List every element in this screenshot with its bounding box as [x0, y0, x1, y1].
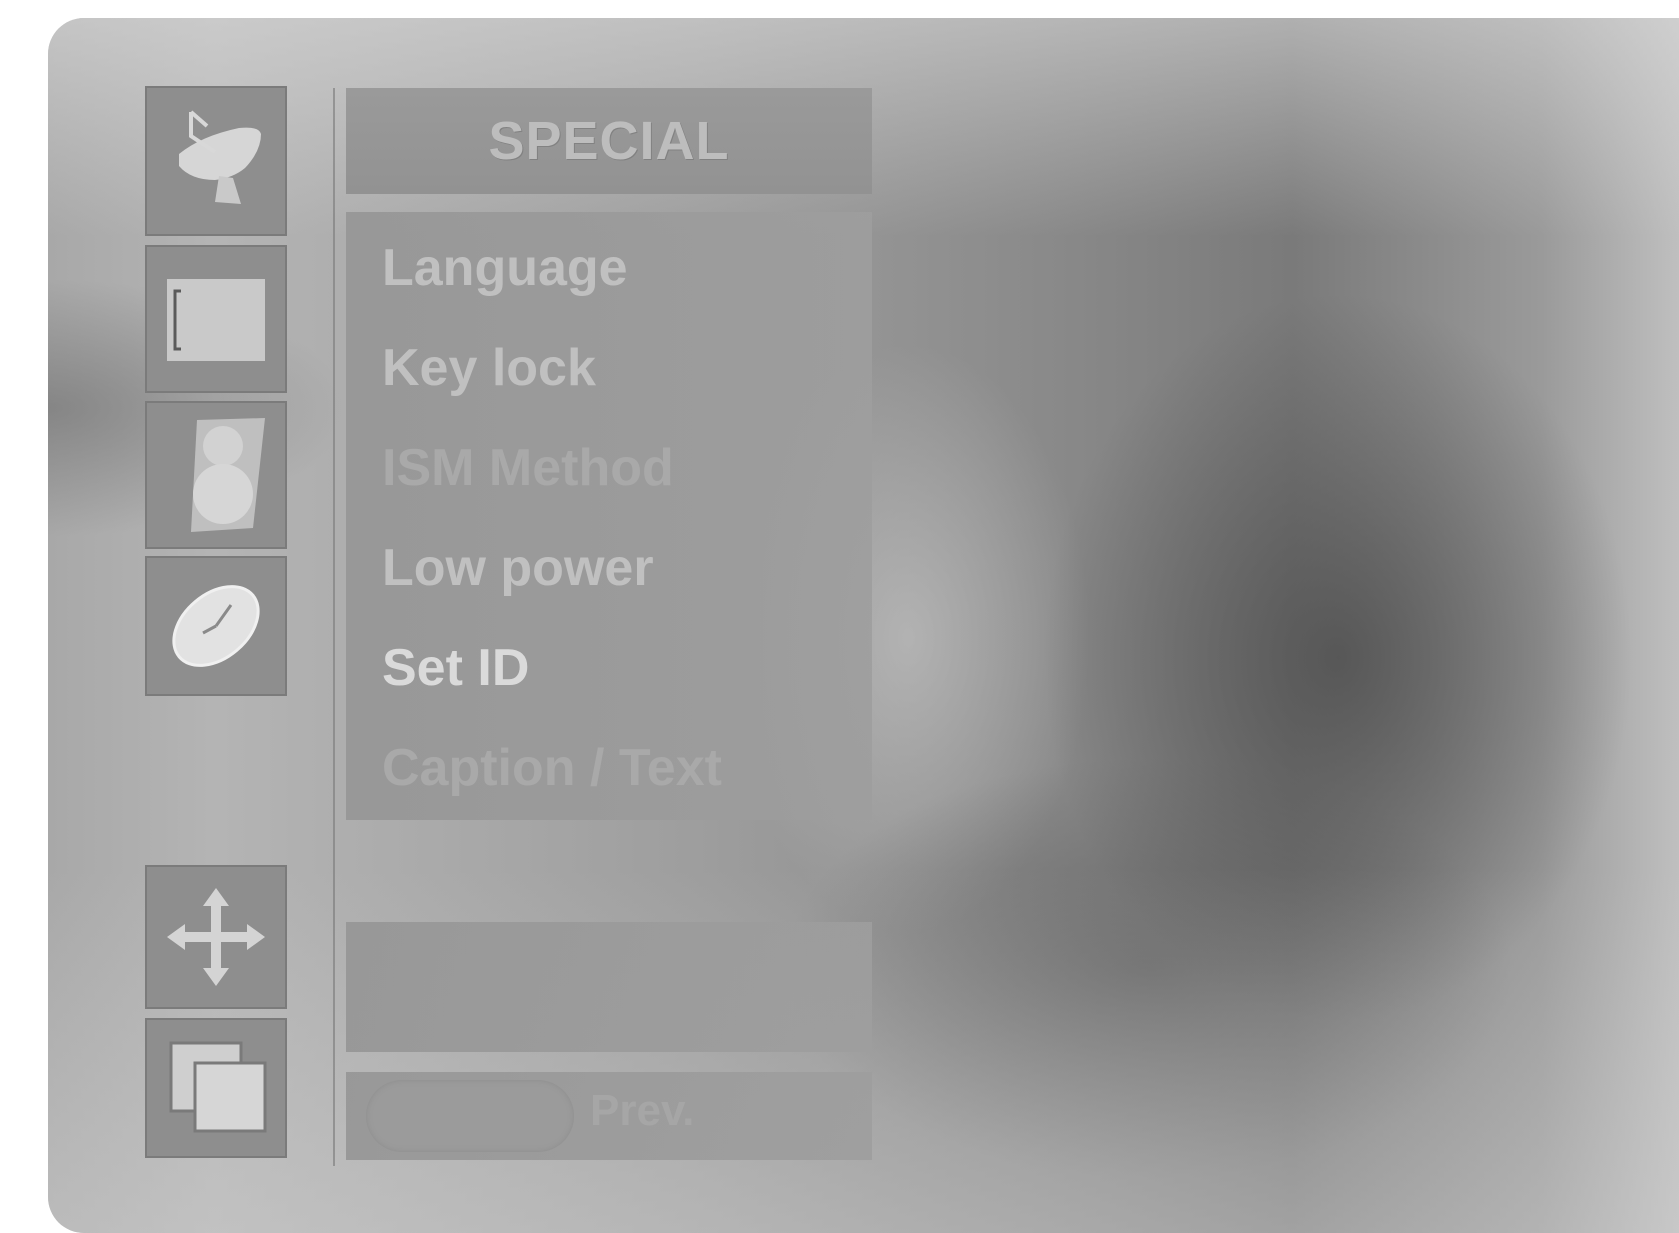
satellite-dish-icon [179, 110, 261, 204]
clock-icon [172, 585, 260, 667]
prev-button-pill[interactable] [366, 1080, 574, 1152]
menu-item-key-lock[interactable]: Key lock [382, 338, 596, 398]
menu-item-list: Language Key lock ISM Method Low power S… [346, 212, 872, 820]
menu-item-set-id[interactable]: Set ID [382, 638, 529, 698]
prev-label: Prev. [590, 1086, 695, 1135]
speaker-icon [191, 418, 265, 532]
menu-item-caption-text[interactable]: Caption / Text [382, 738, 722, 798]
menu-item-ism-method[interactable]: ISM Method [382, 438, 674, 498]
picture-menu-tab[interactable] [145, 245, 287, 393]
move-menu-tab[interactable] [145, 865, 287, 1009]
menu-item-low-power[interactable]: Low power [382, 538, 654, 598]
nav-bar: Prev. [346, 1072, 872, 1160]
menu-item-language[interactable]: Language [382, 238, 628, 298]
pip-windows-icon [169, 1041, 267, 1133]
station-menu-tab[interactable] [145, 86, 287, 236]
move-arrows-icon [167, 888, 265, 986]
sound-menu-tab[interactable] [145, 401, 287, 549]
screen-icon [167, 279, 265, 361]
time-menu-tab[interactable] [145, 556, 287, 696]
menu-title-bar: SPECIAL [346, 88, 872, 194]
panel-frame-line [333, 88, 335, 1166]
pip-menu-tab[interactable] [145, 1018, 287, 1158]
menu-title: SPECIAL [488, 111, 730, 171]
info-panel [346, 922, 872, 1052]
